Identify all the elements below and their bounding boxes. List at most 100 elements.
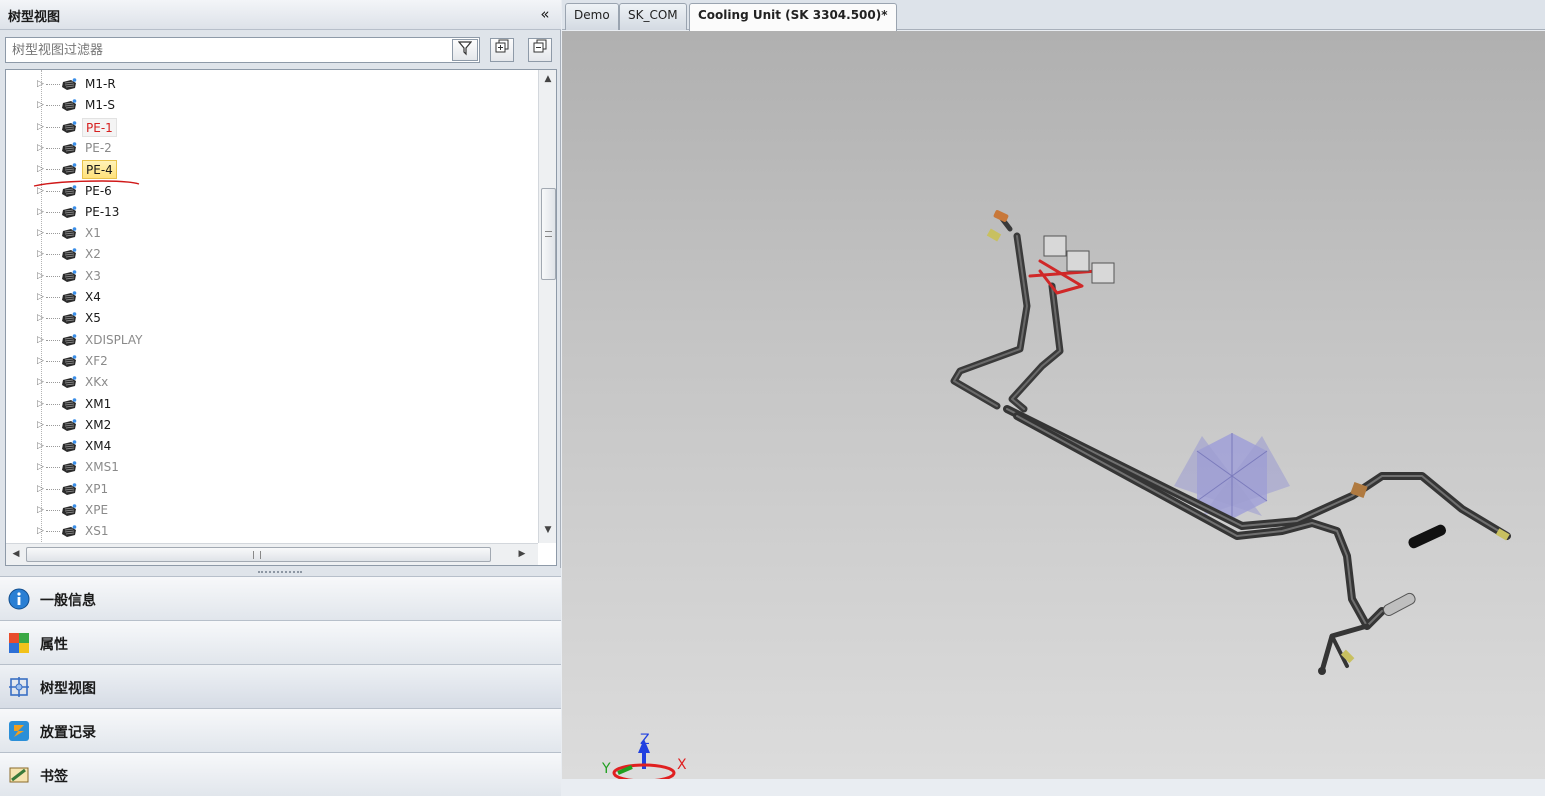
vertical-scroll-thumb[interactable]: [541, 188, 556, 280]
tree-item[interactable]: ▷ PE-2: [6, 138, 534, 159]
nav-placement-log[interactable]: 放置记录: [0, 708, 561, 752]
scroll-right-arrow-icon[interactable]: ▶: [516, 549, 528, 561]
nav-properties[interactable]: 属性: [0, 620, 561, 664]
connector-icon: [62, 525, 77, 538]
tree-item[interactable]: ▷ M1-R: [6, 74, 534, 95]
tree-item[interactable]: ▷ XM1: [6, 394, 534, 415]
tree-item[interactable]: ▷ XKx: [6, 372, 534, 393]
panel-title: 树型视图: [8, 10, 61, 25]
nav-tree-view[interactable]: 树型视图: [0, 664, 561, 708]
expand-arrow-icon[interactable]: ▷: [37, 376, 45, 388]
expand-arrow-icon[interactable]: ▷: [37, 461, 45, 473]
tree-connector-line: [46, 510, 60, 511]
expand-arrow-icon[interactable]: ▷: [37, 248, 45, 260]
expand-arrow-icon[interactable]: ▷: [37, 270, 45, 282]
expand-arrow-icon[interactable]: ▷: [37, 206, 45, 218]
funnel-icon[interactable]: [452, 39, 478, 61]
expand-arrow-icon[interactable]: ▷: [37, 355, 45, 367]
tree-item[interactable]: ▷ XM2: [6, 415, 534, 436]
tree-item-label: XDISPLAY: [85, 332, 143, 347]
tree-item-label: XMS1: [85, 460, 119, 475]
expand-arrow-icon[interactable]: ▷: [37, 121, 45, 133]
tree-item-label: M1-S: [85, 98, 115, 113]
scroll-left-arrow-icon[interactable]: ◀: [10, 549, 22, 561]
horizontal-scroll-thumb[interactable]: [26, 547, 491, 562]
connector-icon: [62, 333, 77, 346]
tree-item[interactable]: ▷ XM4: [6, 436, 534, 457]
scroll-down-arrow-icon[interactable]: ▼: [542, 525, 554, 537]
tree-item[interactable]: ▷ X2: [6, 244, 534, 265]
nav-label: 一般信息: [40, 593, 96, 609]
tree-item[interactable]: ▷ X3: [6, 266, 534, 287]
tree-item-label: XKx: [85, 375, 109, 390]
nav-general-info[interactable]: 一般信息: [0, 576, 561, 620]
tree-item[interactable]: ▷ X4: [6, 287, 534, 308]
tree-item-label: X4: [85, 290, 101, 304]
horizontal-scrollbar[interactable]: ◀ ▶: [6, 543, 538, 565]
axis-triad: Z X Y: [601, 732, 687, 779]
tab-sk-com[interactable]: SK_COM: [619, 3, 687, 30]
axis-y-label: Y: [601, 761, 611, 777]
nav-label: 书签: [40, 769, 68, 785]
scroll-up-arrow-icon[interactable]: ▲: [542, 74, 554, 86]
collapse-all-icon[interactable]: [528, 38, 552, 62]
vertical-scrollbar[interactable]: ▲ ▼: [538, 70, 556, 543]
3d-viewport[interactable]: Z X Y: [562, 31, 1545, 779]
tab-demo[interactable]: Demo: [565, 3, 619, 30]
connector-icon: [62, 163, 77, 176]
info-icon: [8, 588, 30, 610]
tree-connector-line: [46, 467, 60, 469]
expand-arrow-icon[interactable]: ▷: [37, 525, 45, 537]
tree-connector-line: [46, 318, 60, 320]
expand-arrow-icon[interactable]: ▷: [37, 163, 45, 175]
tree-item[interactable]: ▷ X5: [6, 308, 534, 329]
tree-item-label: X3: [85, 268, 101, 283]
tree-item[interactable]: ▷ XDISPLAY: [6, 330, 534, 351]
tree-item-label: XM1: [85, 396, 112, 411]
nav-label: 放置记录: [40, 725, 96, 741]
tree-connector-line: [46, 488, 60, 490]
connector-icon: [62, 248, 77, 261]
tree-connector-line: [46, 105, 60, 107]
tree-item[interactable]: ▷ PE-1: [6, 117, 534, 138]
connector-icon: [62, 291, 77, 303]
expand-arrow-icon[interactable]: ▷: [37, 483, 45, 495]
tree-item-label: X2: [85, 247, 101, 262]
tree-item[interactable]: ▷ M1-S: [6, 95, 534, 116]
harness-3d-model[interactable]: Z X Y: [562, 31, 1545, 779]
expand-arrow-icon[interactable]: ▷: [37, 227, 45, 239]
expand-arrow-icon[interactable]: ▷: [37, 398, 45, 410]
tree-item[interactable]: ▷ XMS1: [6, 457, 534, 478]
tree-connector-line: [46, 147, 60, 149]
tree-item[interactable]: ▷ X1: [6, 223, 534, 244]
expand-arrow-icon[interactable]: ▷: [37, 419, 45, 431]
side-panel: 树型视图 « ▷M1-R▷M1-S▷PE-1▷PE-2▷PE-4▷PE-6▷PE…: [0, 0, 561, 796]
expand-arrow-icon[interactable]: ▷: [37, 78, 45, 90]
tree-item-label: PE-13: [85, 204, 120, 219]
expand-arrow-icon[interactable]: ▷: [37, 334, 45, 346]
collapse-panel-button[interactable]: «: [536, 5, 554, 23]
expand-arrow-icon[interactable]: ▷: [37, 99, 45, 111]
expand-arrow-icon[interactable]: ▷: [37, 142, 45, 154]
tree-item[interactable]: ▷ XS1: [6, 521, 534, 542]
document-tab-bar: Demo SK_COM Cooling Unit (SK 3304.500)*: [562, 0, 1545, 31]
tree-item[interactable]: ▷ XPE: [6, 500, 534, 521]
axis-z-label: Z: [640, 732, 650, 748]
expand-arrow-icon[interactable]: ▷: [37, 504, 45, 516]
connector-icon: [62, 418, 77, 431]
tree-filter-input[interactable]: [5, 37, 480, 63]
expand-arrow-icon[interactable]: ▷: [37, 312, 45, 324]
bookmark-icon: [9, 767, 29, 783]
nav-bookmarks[interactable]: 书签: [0, 752, 561, 796]
connector-icon: [62, 397, 77, 410]
tree-item[interactable]: ▷ XF2: [6, 351, 534, 372]
expand-arrow-icon[interactable]: ▷: [37, 291, 45, 303]
expand-arrow-icon[interactable]: ▷: [37, 440, 45, 452]
tab-cooling-unit[interactable]: Cooling Unit (SK 3304.500)*: [689, 3, 897, 31]
tree-item-label: X1: [85, 226, 101, 241]
tree-item[interactable]: ▷ XP1: [6, 479, 534, 500]
panel-splitter[interactable]: [0, 568, 561, 576]
tree-item[interactable]: ▷ PE-13: [6, 202, 534, 223]
connector-icon: [62, 376, 77, 389]
expand-all-icon[interactable]: [490, 38, 514, 62]
